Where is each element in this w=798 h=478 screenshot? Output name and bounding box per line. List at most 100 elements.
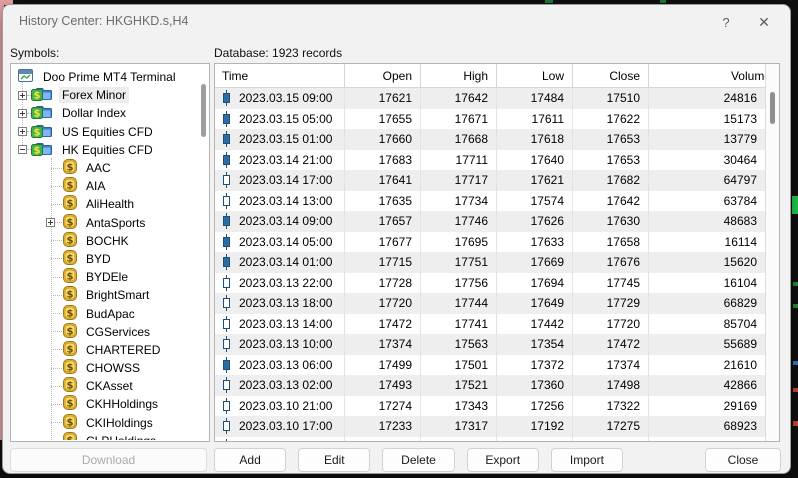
tree-scrollbar-thumb[interactable] — [201, 84, 206, 137]
column-header-volume[interactable]: Volume — [649, 64, 779, 87]
tree-symbol-budapac[interactable]: $BudApac — [12, 304, 208, 322]
low-cell: 17354 — [497, 334, 573, 355]
tree-symbol-cgservices[interactable]: $CGServices — [12, 323, 208, 341]
expand-icon[interactable] — [18, 91, 27, 100]
tree-symbol-ckiholdings[interactable]: $CKIHoldings — [12, 414, 208, 432]
help-icon[interactable]: ? — [714, 11, 738, 33]
tree-symbol-brightsmart[interactable]: $BrightSmart — [12, 286, 208, 304]
table-row[interactable]: 2023.03.10 21:00172741734317256173222916… — [215, 396, 765, 417]
volume-cell: 30464 — [649, 150, 765, 171]
tree-symbol-label: AAC — [83, 160, 114, 176]
tree-group-label: HK Equities CFD — [59, 142, 156, 158]
column-header-open[interactable]: Open — [345, 64, 421, 87]
expand-icon[interactable] — [18, 109, 27, 118]
time-cell: 2023.03.13 18:00 — [215, 293, 345, 314]
tree-group-hk-equities-cfd[interactable]: $HK Equities CFD — [12, 141, 208, 159]
column-header-low[interactable]: Low — [497, 64, 573, 87]
tree-symbol-aac[interactable]: $AAC — [12, 159, 208, 177]
svg-text:$: $ — [67, 199, 74, 210]
time-value: 2023.03.13 10:00 — [239, 337, 332, 351]
tree-symbol-ckasset[interactable]: $CKAsset — [12, 377, 208, 395]
collapse-icon[interactable] — [18, 145, 27, 154]
time-value: 2023.03.13 14:00 — [239, 317, 332, 331]
folder-dollar-icon: $ — [31, 86, 52, 104]
import-button[interactable]: Import — [551, 448, 623, 472]
table-row[interactable]: 2023.03.13 02:00174931752117360174984286… — [215, 375, 765, 396]
svg-text:$: $ — [67, 290, 74, 301]
download-button[interactable]: Download — [10, 448, 207, 472]
volume-cell: 29169 — [649, 396, 765, 417]
table-scrollbar-thumb[interactable] — [770, 92, 775, 124]
tree-group-forex-minor[interactable]: $Forex Minor — [12, 86, 208, 104]
volume-cell: 68923 — [649, 416, 765, 437]
table-row[interactable]: 2023.03.10 17:00172331731717192172756892… — [215, 416, 765, 437]
table-scrollbar[interactable] — [765, 64, 779, 441]
tree-symbol-label: AntaSports — [83, 215, 148, 231]
table-row[interactable]: 2023.03.13 22:00177281775617694177451610… — [215, 273, 765, 294]
table-row[interactable]: 2023.03.15 09:00176211764217484175102481… — [215, 88, 765, 109]
table-row[interactable]: 2023.03.13 06:00174991750117372173742161… — [215, 355, 765, 376]
open-cell: 17660 — [345, 129, 421, 150]
column-header-high[interactable]: High — [421, 64, 497, 87]
tree-root-item[interactable]: Doo Prime MT4 Terminal — [12, 68, 208, 86]
table-row[interactable]: 2023.03.13 18:00177201774417649177296682… — [215, 293, 765, 314]
time-cell: 2023.03.14 05:00 — [215, 232, 345, 253]
chart-speck — [793, 282, 798, 286]
close-button[interactable]: Close — [705, 448, 781, 472]
table-row[interactable]: 2023.03.15 05:00176551767117611176221517… — [215, 109, 765, 130]
table-row[interactable]: 2023.03.14 05:00176771769517633176581611… — [215, 232, 765, 253]
table-row[interactable]: 2023.03.14 09:00176571774617626176304868… — [215, 211, 765, 232]
database-records-label: Database: 1923 records — [214, 46, 342, 60]
tree-symbol-clpholdings[interactable]: $CLPHoldings — [12, 432, 208, 440]
table-row[interactable]: 2023.03.15 01:00176601766817618176531377… — [215, 129, 765, 150]
add-button[interactable]: Add — [214, 448, 286, 472]
svg-text:$: $ — [67, 272, 74, 283]
close-icon[interactable]: ✕ — [752, 11, 776, 33]
candle-body — [223, 380, 230, 390]
high-cell: 17642 — [421, 88, 497, 109]
expand-icon[interactable] — [46, 218, 55, 227]
table-row[interactable]: 2023.03.14 13:00176351773417574176426378… — [215, 191, 765, 212]
tree-symbol-aia[interactable]: $AIA — [12, 177, 208, 195]
tree-symbol-byd[interactable]: $BYD — [12, 250, 208, 268]
tree-symbol-chartered[interactable]: $CHARTERED — [12, 341, 208, 359]
expand-icon[interactable] — [18, 127, 27, 136]
tree-root-label: Doo Prime MT4 Terminal — [40, 69, 178, 85]
dollar-coin-icon: $ — [62, 250, 78, 268]
high-cell: 17343 — [421, 396, 497, 417]
tree-symbol-ckhholdings[interactable]: $CKHHoldings — [12, 395, 208, 413]
close-cell: 17729 — [573, 293, 649, 314]
tree-group-dollar-index[interactable]: $Dollar Index — [12, 104, 208, 122]
tree-symbol-alihealth[interactable]: $AliHealth — [12, 195, 208, 213]
tree-symbol-bydele[interactable]: $BYDEle — [12, 268, 208, 286]
candle-body — [223, 155, 230, 165]
column-header-time[interactable]: Time — [215, 64, 345, 87]
table-row[interactable]: 2023.03.14 21:00176831771117640176533046… — [215, 150, 765, 171]
export-button[interactable]: Export — [467, 448, 539, 472]
table-row[interactable]: 2023.03.13 10:00173741756317354174725568… — [215, 334, 765, 355]
tree-group-us-equities-cfd[interactable]: $US Equities CFD — [12, 123, 208, 141]
close-cell: 17676 — [573, 252, 649, 273]
close-cell: 17745 — [573, 273, 649, 294]
tree-symbol-antasports[interactable]: $AntaSports — [12, 214, 208, 232]
bearish-candle-icon — [222, 213, 231, 229]
delete-button[interactable]: Delete — [382, 448, 454, 472]
time-cell: 2023.03.13 22:00 — [215, 273, 345, 294]
titlebar[interactable]: History Center: HKGHKD.s,H4 ? ✕ — [3, 5, 790, 39]
tree-symbol-chowss[interactable]: $CHOWSS — [12, 359, 208, 377]
table-row[interactable]: 2023.03.14 01:00177151775117669176761562… — [215, 252, 765, 273]
high-cell: 17711 — [421, 150, 497, 171]
tree-symbol-bochk[interactable]: $BOCHK — [12, 232, 208, 250]
table-row[interactable]: 2023.03.13 14:00174721774117442177208570… — [215, 314, 765, 335]
edit-button[interactable]: Edit — [298, 448, 370, 472]
table-row[interactable]: 2023.03.14 17:00176411771717621176826479… — [215, 170, 765, 191]
time-cell: 2023.03.15 09:00 — [215, 88, 345, 109]
low-cell: 17626 — [497, 211, 573, 232]
low-cell: 17669 — [497, 252, 573, 273]
tree-dotted-stub — [55, 222, 62, 223]
bullish-candle-icon — [222, 275, 231, 291]
bullish-candle-icon — [222, 439, 231, 441]
svg-text:$: $ — [67, 399, 74, 410]
column-header-close[interactable]: Close — [573, 64, 649, 87]
tree-symbol-label: CKIHoldings — [83, 415, 156, 431]
